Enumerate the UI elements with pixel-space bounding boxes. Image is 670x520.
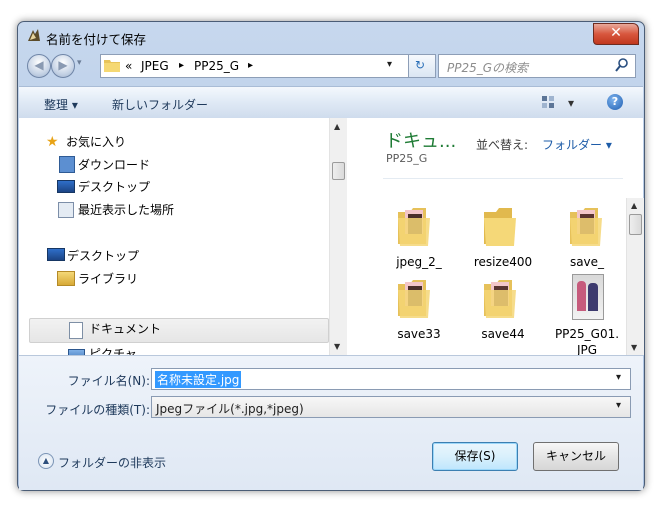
- app-icon: [26, 27, 42, 43]
- nav-favorites[interactable]: お気に入り: [66, 132, 126, 152]
- file-name: save44: [481, 327, 525, 341]
- arrange-by-label: 並べ替え:: [476, 138, 529, 152]
- forward-button[interactable]: ▶: [51, 54, 75, 78]
- filetype-label: ファイルの種類(T):: [45, 403, 150, 417]
- hide-folders-label[interactable]: フォルダーの非表示: [58, 454, 166, 471]
- scrollbar-thumb[interactable]: [332, 162, 345, 180]
- cancel-button[interactable]: キャンセル: [533, 442, 619, 471]
- nav-documents[interactable]: ドキュメント: [89, 319, 161, 339]
- filename-dropdown-icon[interactable]: ▾: [616, 372, 621, 383]
- download-icon: [59, 156, 75, 173]
- scrollbar-thumb[interactable]: [629, 214, 642, 235]
- close-icon: ✕: [610, 25, 622, 41]
- filetype-select[interactable]: Jpegファイル(*.jpg,*jpeg) ▾: [151, 396, 631, 418]
- address-dropdown-icon[interactable]: ▾: [387, 59, 392, 70]
- filetype-value: Jpegファイル(*.jpg,*jpeg): [156, 402, 304, 416]
- file-item[interactable]: jpeg_2_: [374, 198, 464, 269]
- breadcrumb-pp25g[interactable]: PP25_G: [194, 59, 239, 73]
- organize-menu-button[interactable]: 整理 ▾: [44, 96, 78, 113]
- folder-with-photos-icon: [568, 204, 606, 248]
- scroll-down-arrow-icon[interactable]: ▼: [334, 342, 340, 351]
- filetype-dropdown-icon[interactable]: ▾: [616, 400, 621, 411]
- file-item[interactable]: PP25_G01. JPG: [542, 270, 632, 357]
- file-name: save_: [569, 255, 605, 269]
- library-title: ドキュ...: [385, 131, 457, 152]
- window-title: 名前を付けて保存: [46, 32, 147, 47]
- scroll-down-arrow-icon[interactable]: ▼: [631, 343, 637, 352]
- save-button[interactable]: 保存(S): [432, 442, 518, 471]
- filename-label: ファイル名(N):: [67, 374, 150, 388]
- nav-libraries[interactable]: ライブラリ: [78, 269, 138, 289]
- file-list-pane: ドキュ... PP25_G 並べ替え: フォルダー ▾ jpeg_2_ resi…: [347, 118, 644, 374]
- arrange-by-dropdown[interactable]: フォルダー ▾: [542, 136, 612, 153]
- forward-arrow-icon: ▶: [58, 58, 68, 72]
- file-name: PP25_G01.: [554, 327, 620, 341]
- help-icon[interactable]: ?: [607, 94, 623, 110]
- save-dialog-window: 名前を付けて保存 ✕ ◀ ▶ ▾ « JPEG ▸ PP25_G ▸ ▾ ↻ P…: [17, 21, 645, 491]
- back-arrow-icon: ◀: [34, 58, 44, 72]
- nav-desktop-favorite[interactable]: デスクトップ: [78, 177, 150, 197]
- search-input[interactable]: PP25_Gの検索: [447, 59, 528, 76]
- header-divider: [383, 178, 623, 179]
- nav-desktop[interactable]: デスクトップ: [67, 246, 139, 266]
- library-subtitle: PP25_G: [386, 152, 428, 165]
- command-bar: 整理 ▾ 新しいフォルダー ▾ ?: [19, 86, 643, 119]
- view-dropdown-icon[interactable]: ▾: [568, 96, 574, 110]
- folder-icon: [482, 204, 520, 248]
- filename-field[interactable]: 名称未設定.jpg ▾: [151, 368, 631, 390]
- address-bar[interactable]: « JPEG ▸ PP25_G ▸ ▾: [100, 54, 409, 78]
- content-area: ★ お気に入り ダウンロード デスクトップ 最近表示した場所 デスクトップ ライ…: [19, 118, 644, 374]
- file-name: resize400: [473, 255, 533, 269]
- breadcrumb-separator[interactable]: ▸: [179, 60, 184, 71]
- chevron-up-icon: ▲: [38, 453, 54, 469]
- folder-with-photos-icon: [396, 276, 434, 320]
- hide-folders-toggle[interactable]: ▲ フォルダーの非表示: [38, 452, 188, 470]
- breadcrumb-jpeg[interactable]: JPEG: [141, 59, 169, 73]
- nav-recent-places[interactable]: 最近表示した場所: [78, 200, 174, 220]
- breadcrumb-overflow[interactable]: «: [125, 59, 132, 73]
- breadcrumb-separator[interactable]: ▸: [248, 60, 253, 71]
- close-button[interactable]: ✕: [593, 23, 639, 45]
- libraries-icon: [57, 271, 75, 286]
- file-item[interactable]: save33: [374, 270, 464, 341]
- document-icon: [69, 322, 83, 339]
- view-options-icon[interactable]: [542, 96, 555, 109]
- folder-with-photos-icon: [482, 276, 520, 320]
- scroll-up-arrow-icon[interactable]: ▲: [334, 122, 340, 131]
- image-thumbnail-icon: [572, 274, 604, 320]
- file-item[interactable]: save_: [542, 198, 632, 269]
- file-name: jpeg_2_: [396, 255, 442, 269]
- save-form-area: ファイル名(N): 名称未設定.jpg ▾ ファイルの種類(T): Jpegファ…: [19, 355, 643, 490]
- search-icon[interactable]: [615, 57, 629, 76]
- refresh-button[interactable]: ↻: [408, 54, 436, 78]
- folder-with-photos-icon: [396, 204, 434, 248]
- recent-pages-chevron-icon[interactable]: ▾: [77, 58, 82, 68]
- folder-icon: [104, 58, 120, 72]
- scroll-up-arrow-icon[interactable]: ▲: [631, 201, 637, 210]
- desktop-icon: [47, 248, 65, 261]
- navigation-pane-scrollbar[interactable]: ▲ ▼: [329, 118, 347, 355]
- file-name: save33: [397, 327, 441, 341]
- refresh-icon: ↻: [415, 58, 426, 72]
- nav-pictures[interactable]: ピクチャ: [89, 344, 137, 355]
- desktop-icon: [57, 180, 75, 193]
- file-list-scrollbar[interactable]: ▲ ▼: [626, 198, 644, 355]
- nav-downloads[interactable]: ダウンロード: [78, 155, 150, 175]
- new-folder-button[interactable]: 新しいフォルダー: [112, 96, 208, 113]
- star-icon: ★: [46, 134, 59, 150]
- file-item[interactable]: save44: [458, 270, 548, 341]
- file-item[interactable]: resize400: [458, 198, 548, 269]
- search-box[interactable]: PP25_Gの検索: [438, 54, 636, 78]
- navigation-pane: ★ お気に入り ダウンロード デスクトップ 最近表示した場所 デスクトップ ライ…: [19, 118, 330, 355]
- recent-places-icon: [58, 202, 74, 218]
- filename-input[interactable]: 名称未設定.jpg: [155, 371, 242, 388]
- back-button[interactable]: ◀: [27, 54, 51, 78]
